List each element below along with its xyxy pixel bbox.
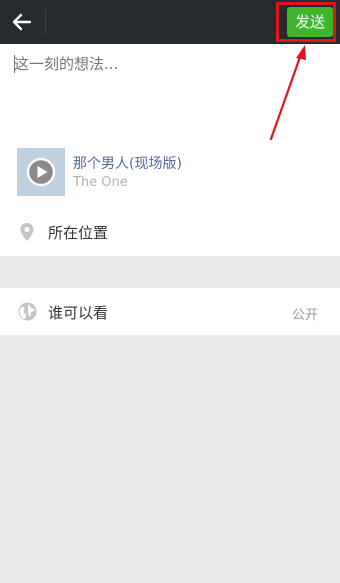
top-bar: 发送 xyxy=(0,0,340,44)
text-caret xyxy=(14,55,15,73)
location-pin-icon xyxy=(20,223,34,241)
privacy-value: 公开 xyxy=(291,308,318,323)
globe-icon xyxy=(18,302,37,321)
music-cover xyxy=(17,148,65,196)
back-button[interactable] xyxy=(0,0,44,44)
thought-input[interactable] xyxy=(14,52,264,76)
send-button[interactable]: 发送 xyxy=(287,7,333,37)
shared-music-card[interactable]: 那个男人(现场版) The One xyxy=(17,148,317,196)
music-artist: The One xyxy=(73,175,128,190)
privacy-row[interactable]: 谁可以看 公开 xyxy=(0,288,340,335)
arrow-left-icon xyxy=(12,13,32,31)
location-label: 所在位置 xyxy=(48,224,109,242)
music-title: 那个男人(现场版) xyxy=(73,156,182,172)
privacy-label: 谁可以看 xyxy=(48,304,109,322)
compose-area: 那个男人(现场版) The One 所在位置 xyxy=(0,44,340,256)
topbar-divider xyxy=(45,9,46,35)
play-icon xyxy=(26,157,56,187)
location-row[interactable]: 所在位置 xyxy=(0,210,340,254)
